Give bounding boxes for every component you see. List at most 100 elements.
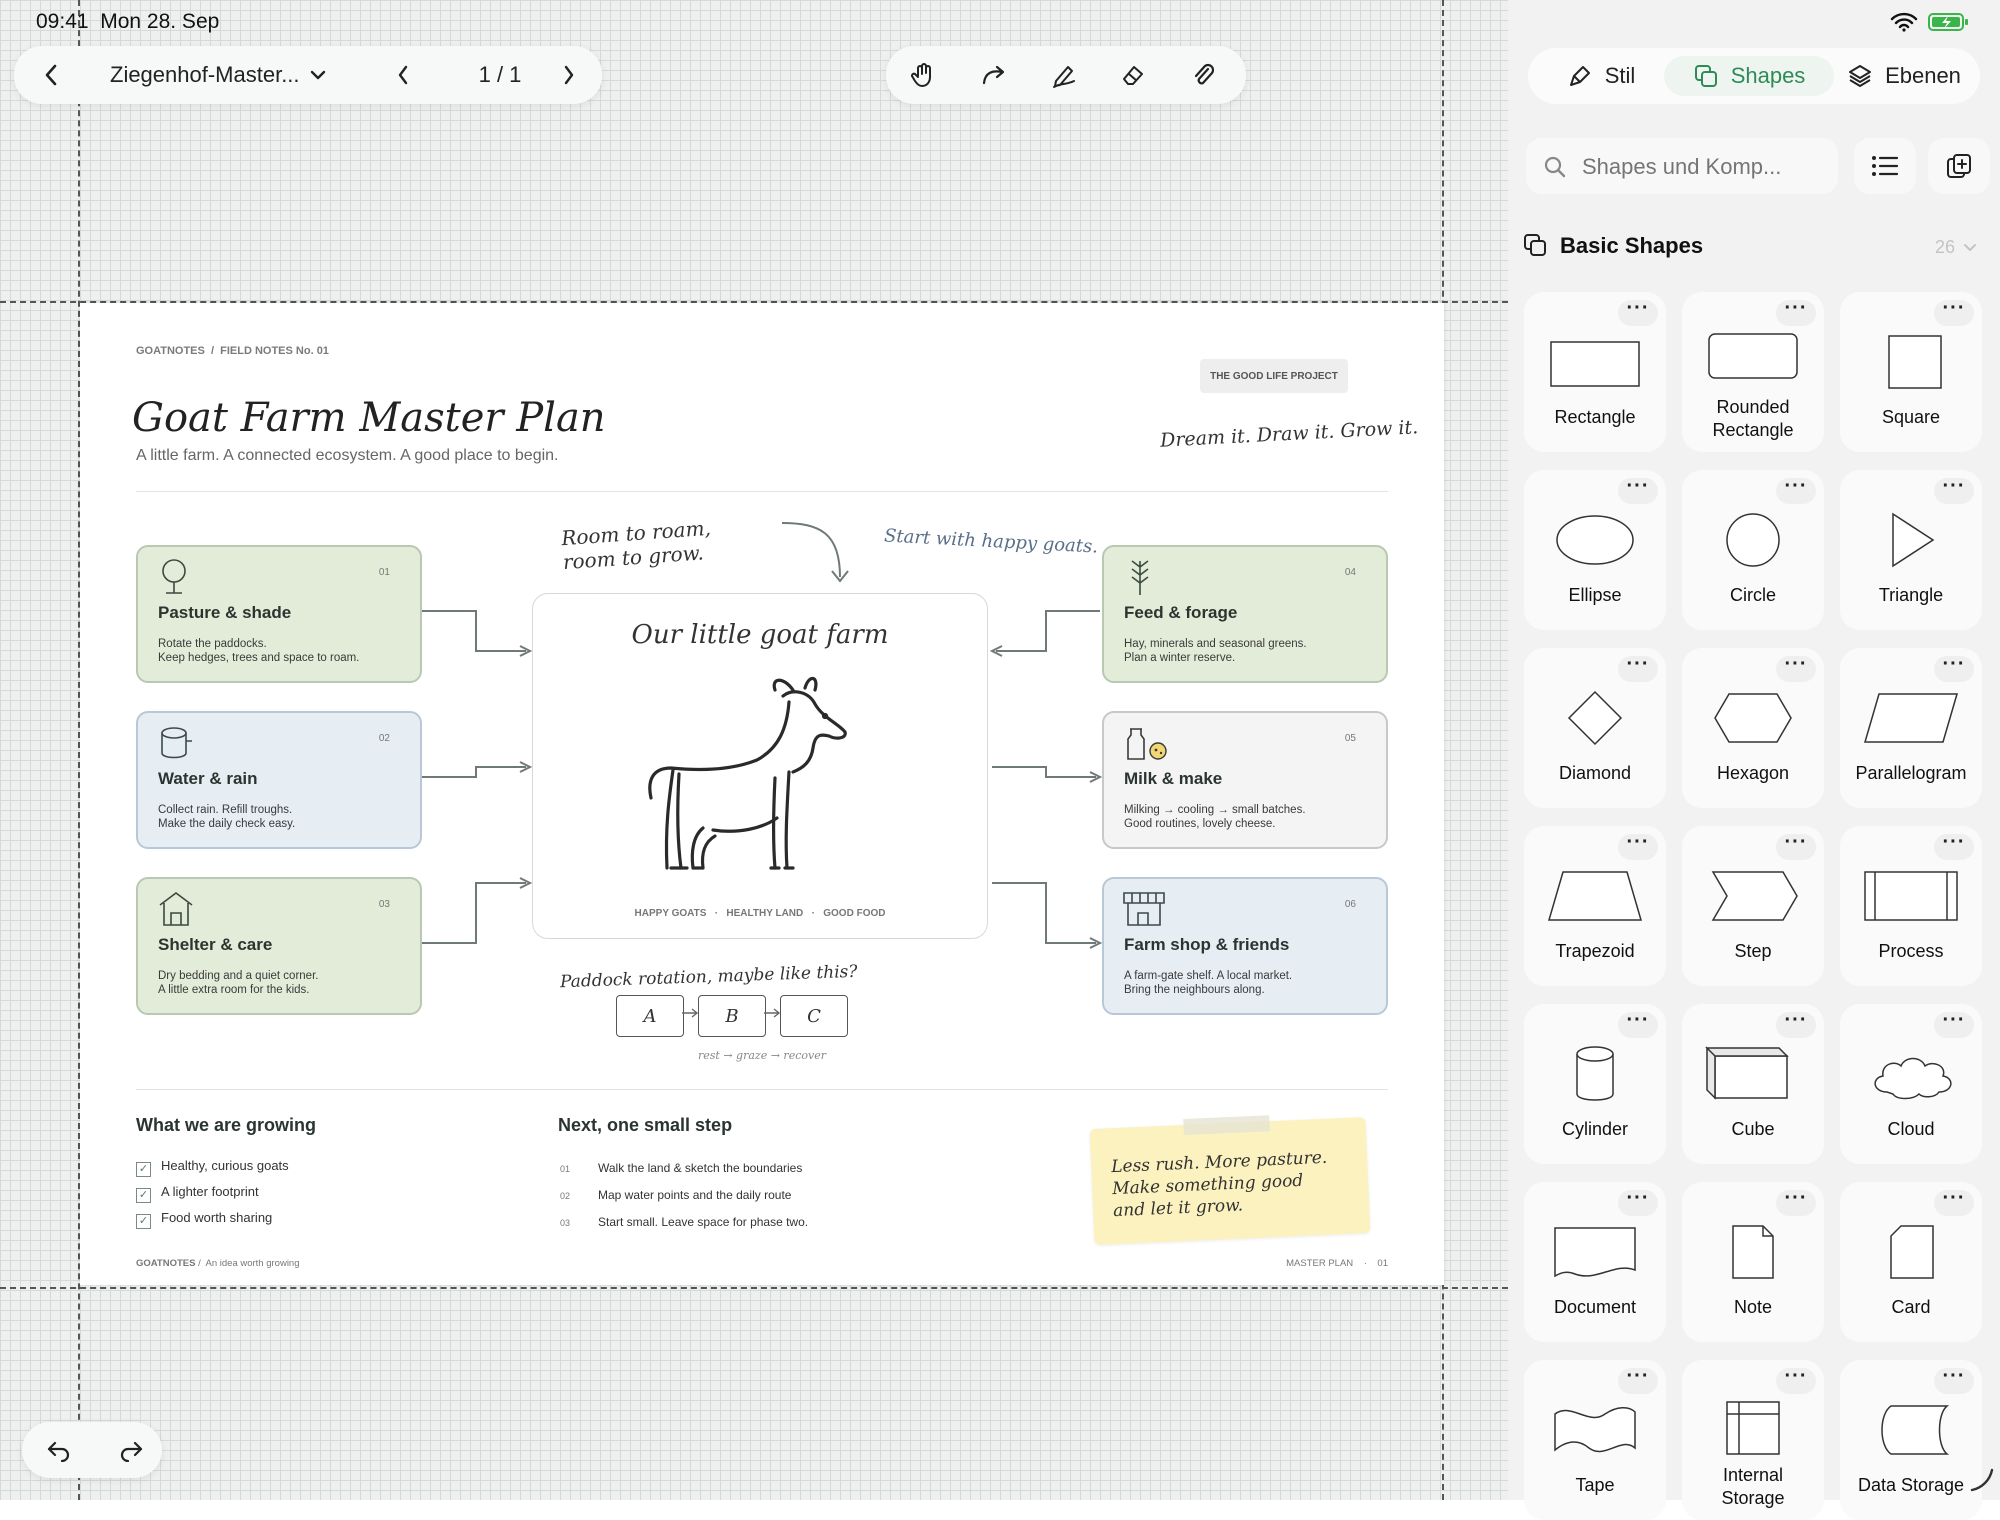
more-options-icon[interactable]: ···: [1776, 832, 1816, 860]
page-indicator: 1 / 1: [478, 62, 522, 87]
pen-tool-button[interactable]: [1046, 58, 1082, 92]
shape-tile-internal-storage[interactable]: ··· Internal Storage: [1682, 1360, 1824, 1520]
shape-tile-tape[interactable]: ··· Tape: [1524, 1360, 1666, 1520]
tab-ebenen[interactable]: Ebenen: [1834, 56, 1974, 96]
chevron-right-icon: [564, 65, 574, 85]
more-options-icon[interactable]: ···: [1776, 298, 1816, 326]
more-options-icon[interactable]: ···: [1618, 1188, 1658, 1216]
card-milk[interactable]: 05 Milk & make Milking → cooling → small…: [1102, 711, 1388, 849]
more-options-icon[interactable]: ···: [1776, 654, 1816, 682]
canvas[interactable]: 09:41 Mon 28. Sep Ziegenhof-Master... 1 …: [0, 0, 1508, 1500]
tab-stil[interactable]: Stil: [1538, 56, 1664, 96]
more-options-icon[interactable]: ···: [1934, 1188, 1974, 1216]
more-options-icon[interactable]: ···: [1776, 1010, 1816, 1038]
more-options-icon[interactable]: ···: [1618, 654, 1658, 682]
shape-tile-card[interactable]: ··· Card: [1840, 1182, 1982, 1342]
tape-shape-icon: [1554, 1407, 1636, 1453]
more-options-icon[interactable]: ···: [1618, 1010, 1658, 1038]
connector-tool-button[interactable]: [976, 58, 1012, 92]
more-options-icon[interactable]: ···: [1776, 1366, 1816, 1394]
undo-button[interactable]: [42, 1434, 76, 1466]
shape-tile-note[interactable]: ··· Note: [1682, 1182, 1824, 1342]
card-title: Shelter & care: [158, 935, 273, 954]
section-header[interactable]: Basic Shapes: [1522, 232, 1703, 260]
more-options-icon[interactable]: ···: [1618, 476, 1658, 504]
shape-tile-rectangle[interactable]: ··· Rectangle: [1524, 292, 1666, 452]
next-step-item: 01 Walk the land & sketch the boundaries: [560, 1161, 803, 1175]
shape-tile-square[interactable]: ··· Square: [1840, 292, 1982, 452]
tab-shapes[interactable]: Shapes: [1664, 56, 1834, 96]
attachment-button[interactable]: [1186, 58, 1222, 92]
shape-tile-trapezoid[interactable]: ··· Trapezoid: [1524, 826, 1666, 986]
hand-icon: [911, 63, 931, 87]
previous-page-button[interactable]: [388, 60, 418, 90]
more-options-icon[interactable]: ···: [1934, 832, 1974, 860]
shape-label: Rectangle: [1554, 407, 1636, 427]
checkbox-checked-icon: ✓: [136, 1188, 151, 1203]
list-view-button[interactable]: [1854, 138, 1916, 194]
card-shape-icon: [1890, 1225, 1934, 1279]
more-options-icon[interactable]: ···: [1934, 298, 1974, 326]
shape-tile-step[interactable]: ··· Step: [1682, 826, 1824, 986]
shape-tile-circle[interactable]: ··· Circle: [1682, 470, 1824, 630]
document-title-menu[interactable]: Ziegenhof-Master...: [110, 58, 326, 92]
more-options-icon[interactable]: ···: [1618, 298, 1658, 326]
eraser-tool-button[interactable]: [1116, 58, 1152, 92]
section-count[interactable]: 26: [1935, 237, 1977, 258]
shapes-panel: Stil Shapes Ebenen Basic Shapes 26 ··· R…: [1508, 0, 2000, 1520]
card-title: Feed & forage: [1124, 603, 1238, 622]
more-options-icon[interactable]: ···: [1934, 1010, 1974, 1038]
add-library-button[interactable]: [1928, 138, 1990, 194]
more-options-icon[interactable]: ···: [1934, 476, 1974, 504]
tape-strip: [1183, 1115, 1270, 1135]
shape-tile-data-storage[interactable]: ··· Data Storage: [1840, 1360, 1982, 1520]
shapes-search[interactable]: [1526, 138, 1838, 194]
shape-label: Document: [1553, 1297, 1637, 1317]
next-page-button[interactable]: [554, 60, 584, 90]
note-shape-icon: [1732, 1225, 1774, 1279]
more-options-icon[interactable]: ···: [1934, 654, 1974, 682]
card-feed[interactable]: 04 Feed & forage Hay, minerals and seaso…: [1102, 545, 1388, 683]
undo-icon: [47, 1441, 70, 1462]
shape-label: Trapezoid: [1555, 941, 1635, 961]
milk-cheese-icon: [1127, 728, 1167, 760]
redo-button[interactable]: [114, 1434, 148, 1466]
document-page[interactable]: GOATNOTES / FIELD NOTES No. 01 THE GOOD …: [80, 303, 1444, 1285]
more-options-icon[interactable]: ···: [1776, 1188, 1816, 1216]
shape-tile-triangle[interactable]: ··· Triangle: [1840, 470, 1982, 630]
shape-tile-ellipse[interactable]: ··· Ellipse: [1524, 470, 1666, 630]
shape-tile-rounded-rectangle[interactable]: ··· Rounded Rectangle: [1682, 292, 1824, 452]
sticky-note[interactable]: Less rush. More pasture. Make something …: [1089, 1115, 1371, 1245]
more-options-icon[interactable]: ···: [1934, 1366, 1974, 1394]
shape-label: Circle: [1729, 585, 1776, 605]
more-options-icon[interactable]: ···: [1618, 1366, 1658, 1394]
shape-tile-cylinder[interactable]: ··· Cylinder: [1524, 1004, 1666, 1164]
tree-icon: [162, 559, 186, 594]
shape-tile-diamond[interactable]: ··· Diamond: [1524, 648, 1666, 808]
shape-label: Parallelogram: [1855, 763, 1967, 783]
shape-tile-parallelogram[interactable]: ··· Parallelogram: [1840, 648, 1982, 808]
chevron-down-icon: [1964, 243, 1977, 251]
shape-tile-document[interactable]: ··· Document: [1524, 1182, 1666, 1342]
card-shelter[interactable]: 03 Shelter & care Dry bedding and a quie…: [136, 877, 422, 1015]
rotation-box-c: C: [780, 995, 848, 1037]
card-water[interactable]: 02 Water & rain Collect rain. Refill tro…: [136, 711, 422, 849]
back-button[interactable]: [36, 60, 66, 90]
paperclip-icon: [1194, 63, 1215, 85]
shape-tile-cube[interactable]: ··· Cube: [1682, 1004, 1824, 1164]
hexagon-shape-icon: [1714, 693, 1792, 743]
shape-tile-hexagon[interactable]: ··· Hexagon: [1682, 648, 1824, 808]
hand-tool-button[interactable]: [906, 58, 942, 92]
more-options-icon[interactable]: ···: [1618, 832, 1658, 860]
growing-list: ✓ Healthy, curious goats ✓ A lighter footp…: [136, 1153, 289, 1231]
more-options-icon[interactable]: ···: [1776, 476, 1816, 504]
shape-tile-process[interactable]: ··· Process: [1840, 826, 1982, 986]
search-input[interactable]: [1580, 148, 1824, 186]
wifi-icon: [1890, 12, 1917, 32]
document-shape-icon: [1554, 1227, 1636, 1278]
card-pasture[interactable]: 01 Pasture & shade Rotate the paddocks. …: [136, 545, 422, 683]
shape-label: Cloud: [1887, 1119, 1935, 1139]
resize-grip-icon[interactable]: [1966, 1464, 1996, 1494]
card-farm-shop[interactable]: 06 Farm shop & friends A farm-gate shelf…: [1102, 877, 1388, 1015]
shape-tile-cloud[interactable]: ··· Cloud: [1840, 1004, 1982, 1164]
